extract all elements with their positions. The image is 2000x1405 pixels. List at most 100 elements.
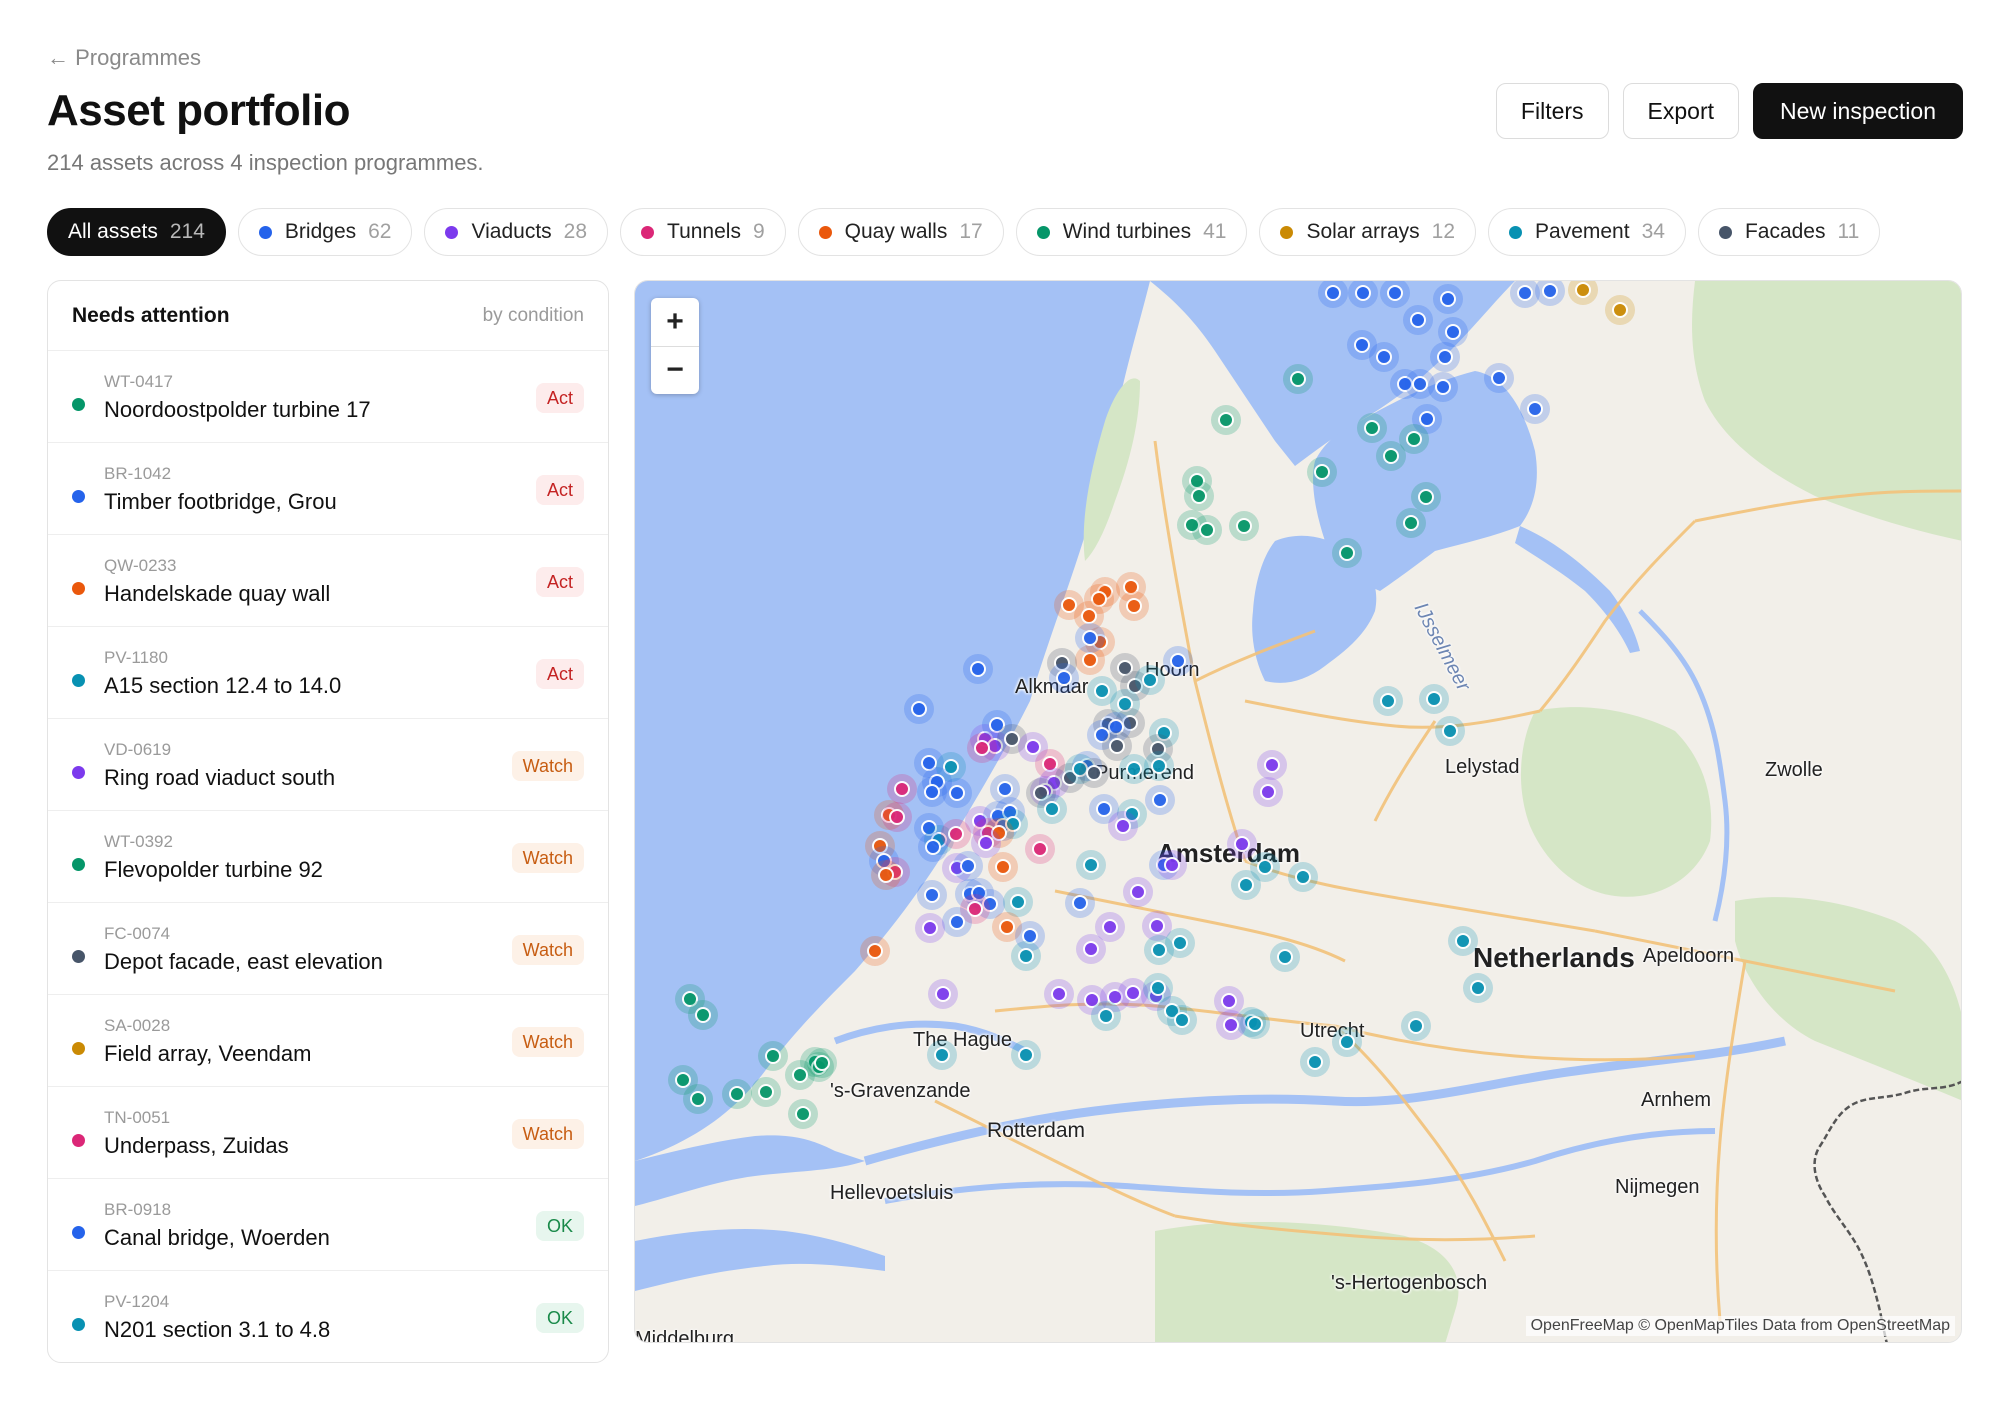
asset-row[interactable]: WT-0417 Noordoostpolder turbine 17 Act [48, 351, 608, 443]
asset-marker[interactable] [1157, 850, 1187, 880]
zoom-in-button[interactable]: + [651, 298, 699, 347]
asset-marker[interactable] [1430, 342, 1460, 372]
asset-marker[interactable] [1163, 646, 1193, 676]
asset-marker[interactable] [1184, 481, 1214, 511]
asset-marker[interactable] [917, 880, 947, 910]
asset-marker[interactable] [788, 1099, 818, 1129]
chip-bridges[interactable]: Bridges 62 [237, 208, 413, 256]
asset-marker[interactable] [1108, 811, 1138, 841]
zoom-out-button[interactable]: − [651, 347, 699, 395]
asset-marker[interactable] [1144, 935, 1174, 965]
asset-marker[interactable] [758, 1041, 788, 1071]
asset-map[interactable]: Alkmaar Hoorn Purmerend Lelystad Zwolle … [634, 280, 1962, 1343]
asset-marker[interactable] [1369, 342, 1399, 372]
chip-facades[interactable]: Facades 11 [1697, 208, 1881, 256]
asset-row[interactable]: BR-0918 Canal bridge, Woerden OK [48, 1179, 608, 1271]
asset-marker[interactable] [1435, 716, 1465, 746]
asset-marker[interactable] [1257, 750, 1287, 780]
chip-all-assets[interactable]: All assets 214 [47, 208, 226, 256]
asset-marker[interactable] [942, 778, 972, 808]
asset-marker[interactable] [1411, 482, 1441, 512]
asset-marker[interactable] [1145, 785, 1175, 815]
asset-marker[interactable] [927, 1040, 957, 1070]
sort-toggle[interactable]: by condition [483, 305, 584, 327]
asset-marker[interactable] [1011, 941, 1041, 971]
asset-marker[interactable] [1484, 363, 1514, 393]
asset-row[interactable]: VD-0619 Ring road viaduct south Watch [48, 719, 608, 811]
asset-marker[interactable] [1119, 591, 1149, 621]
back-link[interactable]: ← Programmes [47, 45, 201, 71]
asset-row[interactable]: WT-0392 Flevopolder turbine 92 Watch [48, 811, 608, 903]
asset-marker[interactable] [1076, 934, 1106, 964]
asset-marker[interactable] [1211, 405, 1241, 435]
asset-marker[interactable] [928, 979, 958, 1009]
asset-marker[interactable] [1463, 973, 1493, 1003]
asset-marker[interactable] [1448, 926, 1478, 956]
asset-marker[interactable] [1227, 829, 1257, 859]
asset-marker[interactable] [1433, 284, 1463, 314]
asset-row[interactable]: BR-1042 Timber footbridge, Grou Act [48, 443, 608, 535]
asset-marker[interactable] [1270, 942, 1300, 972]
asset-marker[interactable] [882, 802, 912, 832]
asset-marker[interactable] [1216, 1010, 1246, 1040]
asset-marker[interactable] [1520, 394, 1550, 424]
asset-marker[interactable] [1076, 850, 1106, 880]
chip-solar-arrays[interactable]: Solar arrays 12 [1259, 208, 1477, 256]
chip-quay-walls[interactable]: Quay walls 17 [797, 208, 1004, 256]
asset-marker[interactable] [1357, 413, 1387, 443]
asset-marker[interactable] [988, 852, 1018, 882]
asset-marker[interactable] [807, 1048, 837, 1078]
asset-marker[interactable] [1300, 1047, 1330, 1077]
asset-marker[interactable] [1025, 834, 1055, 864]
asset-marker[interactable] [1283, 364, 1313, 394]
asset-marker[interactable] [1123, 877, 1153, 907]
asset-marker[interactable] [1044, 979, 1074, 1009]
asset-marker[interactable] [1167, 1005, 1197, 1035]
asset-marker[interactable] [871, 860, 901, 890]
asset-marker[interactable] [1079, 758, 1109, 788]
asset-marker[interactable] [963, 654, 993, 684]
chip-viaducts[interactable]: Viaducts 28 [424, 208, 609, 256]
asset-marker[interactable] [751, 1077, 781, 1107]
asset-marker[interactable] [1401, 1011, 1431, 1041]
asset-row[interactable]: TN-0051 Underpass, Zuidas Watch [48, 1087, 608, 1179]
asset-marker[interactable] [860, 936, 890, 966]
asset-marker[interactable] [904, 694, 934, 724]
asset-row[interactable]: PV-1180 A15 section 12.4 to 14.0 Act [48, 627, 608, 719]
asset-marker[interactable] [1231, 870, 1261, 900]
asset-marker[interactable] [1403, 305, 1433, 335]
asset-marker[interactable] [1332, 1027, 1362, 1057]
asset-marker[interactable] [1373, 686, 1403, 716]
asset-marker[interactable] [722, 1079, 752, 1109]
asset-marker[interactable] [1091, 1001, 1121, 1031]
asset-marker[interactable] [1605, 295, 1635, 325]
asset-marker[interactable] [1119, 754, 1149, 784]
asset-marker[interactable] [683, 1084, 713, 1114]
chip-wind-turbines[interactable]: Wind turbines 41 [1015, 208, 1248, 256]
asset-row[interactable]: SA-0028 Field array, Veendam Watch [48, 995, 608, 1087]
asset-marker[interactable] [1307, 457, 1337, 487]
asset-row[interactable]: QW-0233 Handelskade quay wall Act [48, 535, 608, 627]
asset-marker[interactable] [1049, 663, 1079, 693]
asset-marker[interactable] [1253, 777, 1283, 807]
asset-marker[interactable] [1376, 441, 1406, 471]
asset-marker[interactable] [1135, 665, 1165, 695]
asset-marker[interactable] [1037, 794, 1067, 824]
chip-pavement[interactable]: Pavement 34 [1488, 208, 1686, 256]
filters-button[interactable]: Filters [1495, 83, 1609, 139]
export-button[interactable]: Export [1622, 83, 1740, 139]
asset-marker[interactable] [1192, 515, 1222, 545]
map-attribution[interactable]: OpenFreeMap © OpenMapTiles Data from Ope… [1525, 1316, 1955, 1336]
asset-marker[interactable] [1075, 623, 1105, 653]
asset-marker[interactable] [942, 907, 972, 937]
asset-marker[interactable] [1229, 511, 1259, 541]
chip-tunnels[interactable]: Tunnels 9 [620, 208, 786, 256]
asset-row[interactable]: FC-0074 Depot facade, east elevation Watch [48, 903, 608, 995]
asset-row[interactable]: PV-1204 N201 section 3.1 to 4.8 OK [48, 1271, 608, 1362]
asset-marker[interactable] [1428, 372, 1458, 402]
asset-marker[interactable] [967, 733, 997, 763]
asset-marker[interactable] [688, 1000, 718, 1030]
asset-marker[interactable] [941, 819, 971, 849]
asset-marker[interactable] [1011, 1040, 1041, 1070]
asset-marker[interactable] [1288, 862, 1318, 892]
